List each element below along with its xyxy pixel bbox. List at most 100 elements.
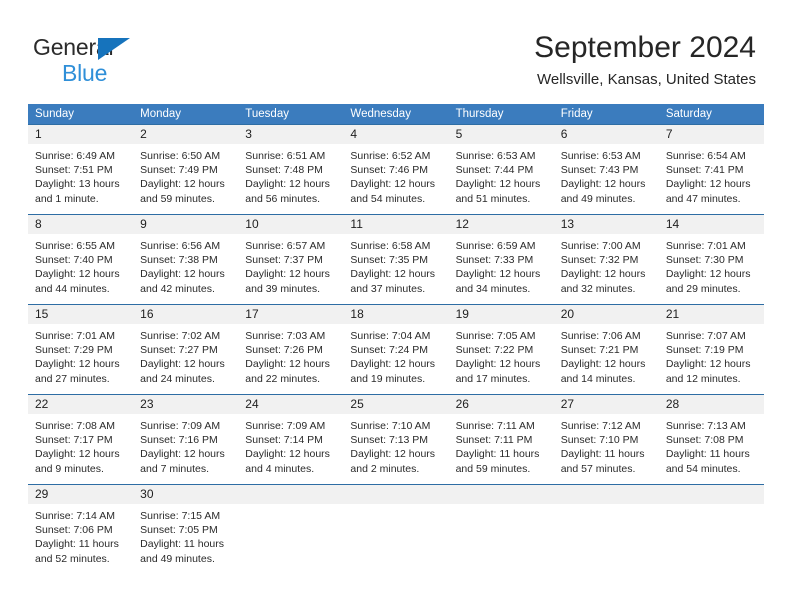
day-cell[interactable]: Sunrise: 7:03 AM Sunset: 7:26 PM Dayligh… — [238, 324, 343, 394]
daylight-text-line1: Daylight: 12 hours — [245, 448, 330, 461]
day-cell[interactable]: Sunrise: 7:07 AM Sunset: 7:19 PM Dayligh… — [659, 324, 764, 394]
daylight-text-line1: Daylight: 12 hours — [455, 268, 541, 281]
day-number[interactable]: 16 — [133, 305, 238, 324]
sunset-text: Sunset: 7:48 PM — [245, 164, 323, 177]
day-number[interactable]: 11 — [343, 215, 448, 234]
day-cell[interactable]: Sunrise: 7:15 AM Sunset: 7:05 PM Dayligh… — [133, 504, 238, 574]
daylight-text-line2: and 32 minutes. — [560, 282, 636, 295]
day-cell[interactable]: Sunrise: 6:50 AM Sunset: 7:49 PM Dayligh… — [133, 144, 238, 214]
daylight-text-line1: Daylight: 12 hours — [350, 358, 436, 371]
day-number[interactable]: 18 — [343, 305, 448, 324]
day-number[interactable]: 23 — [133, 395, 238, 414]
sunrise-text: Sunrise: 6:52 AM — [350, 150, 431, 162]
day-number[interactable]: 2 — [133, 125, 238, 144]
day-number[interactable]: 24 — [238, 395, 343, 414]
day-cell[interactable]: Sunrise: 6:56 AM Sunset: 7:38 PM Dayligh… — [133, 234, 238, 304]
day-number[interactable]: 9 — [133, 215, 238, 234]
general-blue-logo[interactable]: General Blue — [33, 36, 253, 88]
day-cell[interactable]: Sunrise: 7:09 AM Sunset: 7:16 PM Dayligh… — [133, 414, 238, 484]
day-number[interactable]: 19 — [449, 305, 554, 324]
sunrise-text: Sunrise: 7:08 AM — [35, 420, 115, 432]
day-cell[interactable]: Sunrise: 6:58 AM Sunset: 7:35 PM Dayligh… — [343, 234, 448, 304]
day-cell[interactable]: Sunrise: 6:53 AM Sunset: 7:44 PM Dayligh… — [449, 144, 554, 214]
day-number[interactable]: 10 — [238, 215, 343, 234]
day-cell[interactable]: Sunrise: 7:04 AM Sunset: 7:24 PM Dayligh… — [343, 324, 448, 394]
day-number[interactable]: 1 — [28, 125, 133, 144]
day-number[interactable]: 13 — [554, 215, 659, 234]
day-cell[interactable]: Sunrise: 7:14 AM Sunset: 7:06 PM Dayligh… — [28, 504, 133, 574]
day-cell[interactable]: Sunrise: 7:10 AM Sunset: 7:13 PM Dayligh… — [343, 414, 448, 484]
day-cell-empty — [659, 504, 764, 574]
day-number[interactable]: 29 — [28, 485, 133, 504]
day-number[interactable]: 21 — [659, 305, 764, 324]
day-cell[interactable]: Sunrise: 7:13 AM Sunset: 7:08 PM Dayligh… — [659, 414, 764, 484]
day-cell[interactable]: Sunrise: 6:52 AM Sunset: 7:46 PM Dayligh… — [343, 144, 448, 214]
daylight-text-line1: Daylight: 12 hours — [455, 358, 541, 371]
day-cell[interactable]: Sunrise: 6:59 AM Sunset: 7:33 PM Dayligh… — [449, 234, 554, 304]
daylight-text-line2: and 54 minutes. — [665, 462, 741, 475]
day-number[interactable]: 25 — [343, 395, 448, 414]
day-cell-empty — [554, 504, 659, 574]
sunset-text: Sunset: 7:41 PM — [665, 164, 744, 177]
day-cell[interactable]: Sunrise: 6:49 AM Sunset: 7:51 PM Dayligh… — [28, 144, 133, 214]
day-cell[interactable]: Sunrise: 6:55 AM Sunset: 7:40 PM Dayligh… — [28, 234, 133, 304]
daylight-text-line1: Daylight: 12 hours — [140, 358, 225, 371]
day-cell[interactable]: Sunrise: 7:01 AM Sunset: 7:30 PM Dayligh… — [659, 234, 764, 304]
day-number[interactable]: 5 — [449, 125, 554, 144]
day-number[interactable]: 12 — [449, 215, 554, 234]
weekday-saturday: Saturday — [665, 108, 712, 120]
day-cell-empty — [449, 504, 554, 574]
day-cell[interactable]: Sunrise: 7:09 AM Sunset: 7:14 PM Dayligh… — [238, 414, 343, 484]
daylight-text-line2: and 9 minutes. — [35, 462, 104, 475]
day-cell[interactable]: Sunrise: 6:54 AM Sunset: 7:41 PM Dayligh… — [659, 144, 764, 214]
daylight-text-line1: Daylight: 12 hours — [245, 268, 330, 281]
day-number-band: 8 9 10 11 12 13 14 — [28, 215, 764, 234]
day-number[interactable]: 4 — [343, 125, 448, 144]
day-number[interactable]: 27 — [554, 395, 659, 414]
day-cell[interactable]: Sunrise: 7:06 AM Sunset: 7:21 PM Dayligh… — [554, 324, 659, 394]
day-cell[interactable]: Sunrise: 7:02 AM Sunset: 7:27 PM Dayligh… — [133, 324, 238, 394]
day-cell[interactable]: Sunrise: 6:53 AM Sunset: 7:43 PM Dayligh… — [554, 144, 659, 214]
day-cell[interactable]: Sunrise: 7:12 AM Sunset: 7:10 PM Dayligh… — [554, 414, 659, 484]
sunset-text: Sunset: 7:24 PM — [350, 344, 429, 357]
daylight-text-line2: and 51 minutes. — [455, 192, 531, 205]
daylight-text-line2: and 7 minutes. — [140, 462, 210, 475]
sunset-text: Sunset: 7:32 PM — [560, 254, 639, 267]
daylight-text-line2: and 52 minutes. — [35, 552, 110, 565]
day-cell[interactable]: Sunrise: 7:05 AM Sunset: 7:22 PM Dayligh… — [449, 324, 554, 394]
day-cell[interactable]: Sunrise: 7:11 AM Sunset: 7:11 PM Dayligh… — [449, 414, 554, 484]
day-number[interactable]: 28 — [659, 395, 764, 414]
day-cell[interactable]: Sunrise: 7:00 AM Sunset: 7:32 PM Dayligh… — [554, 234, 659, 304]
day-number[interactable]: 20 — [554, 305, 659, 324]
sunrise-text: Sunrise: 6:58 AM — [350, 240, 431, 252]
day-cell[interactable]: Sunrise: 7:01 AM Sunset: 7:29 PM Dayligh… — [28, 324, 133, 394]
daylight-text-line2: and 19 minutes. — [350, 372, 426, 385]
day-number[interactable]: 8 — [28, 215, 133, 234]
day-number[interactable]: 6 — [554, 125, 659, 144]
day-cell[interactable]: Sunrise: 6:51 AM Sunset: 7:48 PM Dayligh… — [238, 144, 343, 214]
sunrise-text: Sunrise: 7:01 AM — [665, 240, 746, 252]
sunrise-text: Sunrise: 6:49 AM — [35, 150, 115, 162]
calendar-page: General Blue September 2024 Wellsville, … — [0, 0, 792, 612]
week-body: Sunrise: 6:55 AM Sunset: 7:40 PM Dayligh… — [28, 234, 764, 304]
day-number[interactable]: 17 — [238, 305, 343, 324]
sunset-text: Sunset: 7:29 PM — [35, 344, 113, 357]
day-number[interactable]: 26 — [449, 395, 554, 414]
day-number[interactable]: 22 — [28, 395, 133, 414]
sunset-text: Sunset: 7:22 PM — [455, 344, 534, 357]
day-number-band: 29 30 — [28, 485, 764, 504]
day-number[interactable]: 15 — [28, 305, 133, 324]
sunset-text: Sunset: 7:26 PM — [245, 344, 323, 357]
daylight-text-line1: Daylight: 11 hours — [140, 538, 224, 551]
day-number[interactable]: 7 — [659, 125, 764, 144]
sunrise-text: Sunrise: 7:09 AM — [245, 420, 326, 432]
day-number[interactable]: 30 — [133, 485, 238, 504]
daylight-text-line1: Daylight: 12 hours — [245, 178, 330, 191]
day-cell[interactable]: Sunrise: 7:08 AM Sunset: 7:17 PM Dayligh… — [28, 414, 133, 484]
sunrise-text: Sunrise: 6:51 AM — [245, 150, 326, 162]
day-cell[interactable]: Sunrise: 6:57 AM Sunset: 7:37 PM Dayligh… — [238, 234, 343, 304]
daylight-text-line1: Daylight: 12 hours — [35, 268, 120, 281]
sunset-text: Sunset: 7:49 PM — [140, 164, 218, 177]
day-number[interactable]: 14 — [659, 215, 764, 234]
day-number[interactable]: 3 — [238, 125, 343, 144]
